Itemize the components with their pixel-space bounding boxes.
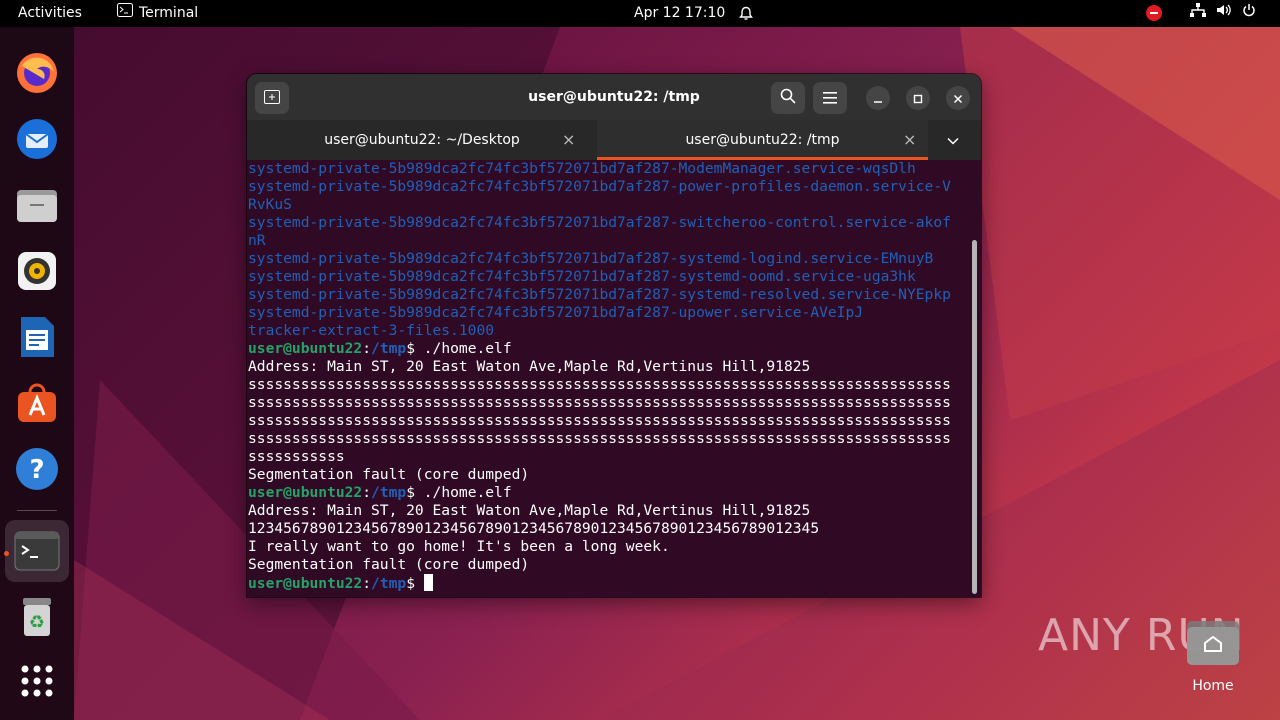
prompt-sep: : [362,484,372,501]
prompt-path: /tmp [371,484,407,501]
trash-icon[interactable]: ♻ [13,593,61,641]
maximize-button[interactable] [906,86,930,110]
rhythmbox-icon[interactable] [13,247,61,295]
app-menu[interactable]: Terminal [117,0,198,27]
tab-list-button[interactable] [947,120,959,160]
tab-tmp[interactable]: user@ubuntu22: /tmp × [597,120,928,160]
terminal-line: 1234567890123456789012345678901234567890… [248,520,820,537]
scrollbar[interactable] [972,240,977,594]
terminal-line: systemd-private-5b989dca2fc74fc3bf572071… [248,304,864,321]
prompt-line: user@ubuntu22:/tmp$ ./home.elf [247,484,969,502]
prompt-path: /tmp [371,575,407,592]
volume-icon [1216,0,1232,27]
help-icon[interactable]: ? [13,445,61,493]
prompt-line: user@ubuntu22:/tmp$ [247,574,969,592]
prompt-user: user@ubuntu22 [248,484,363,501]
app-menu-label: Terminal [139,5,199,21]
terminal-line: Segmentation fault (core dumped) [248,556,530,573]
terminal-line: tracker-extract-3-files.1000 [248,322,495,339]
prompt-end: $ [406,484,424,501]
maximize-icon [913,89,923,108]
top-bar: Activities Terminal Apr 12 17:10 [0,0,1280,27]
power-icon [1242,0,1256,27]
running-indicator [4,551,9,556]
prompt-sep: : [362,575,372,592]
terminal-line: ssssssssssssssssssssssssssssssssssssssss… [248,430,951,447]
minimize-button[interactable] [866,86,890,110]
terminal-window: user@ubuntu22: /tmp user@ubuntu22: ~/Des… [247,74,981,597]
firefox-icon[interactable] [13,49,61,97]
text-cursor [423,574,433,591]
notification-bell-icon[interactable] [738,5,754,21]
terminal-line: ssssssssssssssssssssssssssssssssssssssss… [248,394,951,411]
prompt-path: /tmp [371,340,407,357]
terminal-line: systemd-private-5b989dca2fc74fc3bf572071… [248,178,951,195]
close-icon [953,89,963,108]
terminal-line: nR [248,232,266,249]
tab-close-icon[interactable]: × [903,120,916,160]
svg-text:♻: ♻ [29,612,45,633]
terminal-line: systemd-private-5b989dca2fc74fc3bf572071… [248,160,916,177]
terminal-line: sssssssssss [248,448,345,465]
prompt-sep: : [362,340,372,357]
terminal-line: systemd-private-5b989dca2fc74fc3bf572071… [248,268,916,285]
tab-close-icon[interactable]: × [562,120,575,160]
terminal-line: Address: Main ST, 20 East Waton Ave,Mapl… [248,502,811,519]
prompt-end: $ [406,340,424,357]
dock: ? ♻ [0,27,74,720]
terminal-output[interactable]: systemd-private-5b989dca2fc74fc3bf572071… [247,160,969,597]
prompt-end: $ [406,575,424,592]
terminal-line: Segmentation fault (core dumped) [248,466,530,483]
svg-text:?: ? [29,455,44,485]
activities-button[interactable]: Activities [18,0,82,27]
libreoffice-writer-icon[interactable] [13,313,61,361]
terminal-line: Address: Main ST, 20 East Waton Ave,Mapl… [248,358,811,375]
terminal-line: systemd-private-5b989dca2fc74fc3bf572071… [248,250,934,267]
command: ./home.elf [423,484,512,501]
title-bar[interactable]: user@ubuntu22: /tmp [247,74,981,120]
menu-button[interactable] [813,82,847,114]
terminal-icon[interactable] [13,527,61,575]
screen-recording-icon[interactable] [1146,5,1162,21]
search-button[interactable] [771,82,805,114]
tab-label: user@ubuntu22: /tmp [685,132,840,148]
prompt-user: user@ubuntu22 [248,575,363,592]
prompt-line: user@ubuntu22:/tmp$ ./home.elf [247,340,969,358]
terminal-line: systemd-private-5b989dca2fc74fc3bf572071… [248,286,951,303]
app-center-icon[interactable] [13,379,61,427]
terminal-line: I really want to go home! It's been a lo… [248,538,670,555]
system-menu[interactable] [1190,0,1256,27]
terminal-line: ssssssssssssssssssssssssssssssssssssssss… [248,376,951,393]
thunderbird-icon[interactable] [13,115,61,163]
files-icon[interactable] [13,181,61,229]
home-folder-icon[interactable] [1186,618,1240,668]
command: ./home.elf [423,340,512,357]
hamburger-menu-icon [823,89,837,108]
dock-separator [17,510,57,511]
search-icon [780,88,796,108]
tab-label: user@ubuntu22: ~/Desktop [324,132,520,148]
home-folder-label: Home [1192,678,1234,694]
tab-desktop[interactable]: user@ubuntu22: ~/Desktop × [247,120,597,160]
terminal-line: RvKuS [248,196,292,213]
network-icon [1190,0,1206,27]
terminal-app-icon [117,0,133,27]
terminal-line: ssssssssssssssssssssssssssssssssssssssss… [248,412,951,429]
chevron-down-icon [947,130,959,149]
close-button[interactable] [946,86,970,110]
clock[interactable]: Apr 12 17:10 [634,0,725,27]
terminal-line: systemd-private-5b989dca2fc74fc3bf572071… [248,214,951,231]
show-apps-icon[interactable] [13,657,61,705]
tab-bar: user@ubuntu22: ~/Desktop × user@ubuntu22… [247,120,981,160]
prompt-user: user@ubuntu22 [248,340,363,357]
minimize-icon [873,89,883,108]
